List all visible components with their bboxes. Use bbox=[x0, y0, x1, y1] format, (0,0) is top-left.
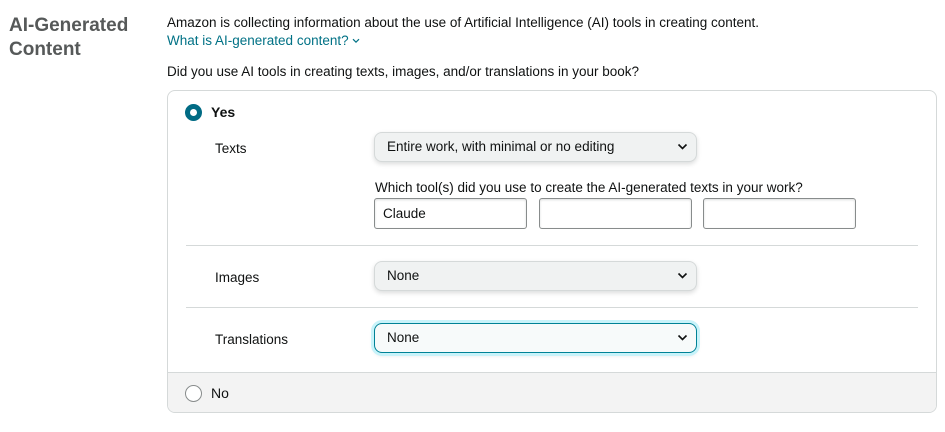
texts-tool-input-3[interactable] bbox=[703, 198, 856, 229]
no-radio-label[interactable]: No bbox=[211, 385, 229, 402]
texts-select[interactable]: Entire work, with minimal or no editing bbox=[374, 132, 697, 162]
chevron-down-icon bbox=[677, 272, 688, 279]
translations-select-value: None bbox=[387, 330, 420, 345]
what-is-ai-content-link[interactable]: What is AI-generated content? bbox=[167, 31, 360, 49]
no-option-row[interactable]: No bbox=[168, 372, 936, 412]
texts-select-value: Entire work, with minimal or no editing bbox=[387, 139, 615, 154]
intro-text: Amazon is collecting information about t… bbox=[167, 15, 760, 30]
images-select[interactable]: None bbox=[374, 261, 697, 291]
chevron-down-icon bbox=[677, 334, 688, 341]
texts-tools-question: Which tool(s) did you use to create the … bbox=[375, 180, 803, 195]
texts-tool-input-2[interactable] bbox=[539, 198, 692, 229]
texts-label: Texts bbox=[215, 141, 247, 156]
chevron-down-icon bbox=[677, 143, 688, 150]
images-select-value: None bbox=[387, 268, 420, 283]
translations-select[interactable]: None bbox=[374, 323, 697, 353]
chevron-down-icon bbox=[352, 31, 360, 48]
yes-radio-label[interactable]: Yes bbox=[211, 104, 235, 121]
divider bbox=[186, 307, 918, 308]
images-label: Images bbox=[215, 270, 260, 285]
section-title: AI-Generated Content bbox=[9, 15, 129, 60]
ai-usage-question: Did you use AI tools in creating texts, … bbox=[167, 64, 640, 79]
translations-label: Translations bbox=[215, 332, 289, 347]
divider bbox=[186, 245, 918, 246]
ai-usage-card: Yes Texts Entire work, with minimal or n… bbox=[167, 90, 937, 413]
texts-tool-input-1[interactable] bbox=[374, 198, 527, 229]
yes-radio[interactable] bbox=[185, 104, 202, 121]
link-label: What is AI-generated content? bbox=[167, 33, 349, 48]
no-radio[interactable] bbox=[185, 385, 202, 402]
